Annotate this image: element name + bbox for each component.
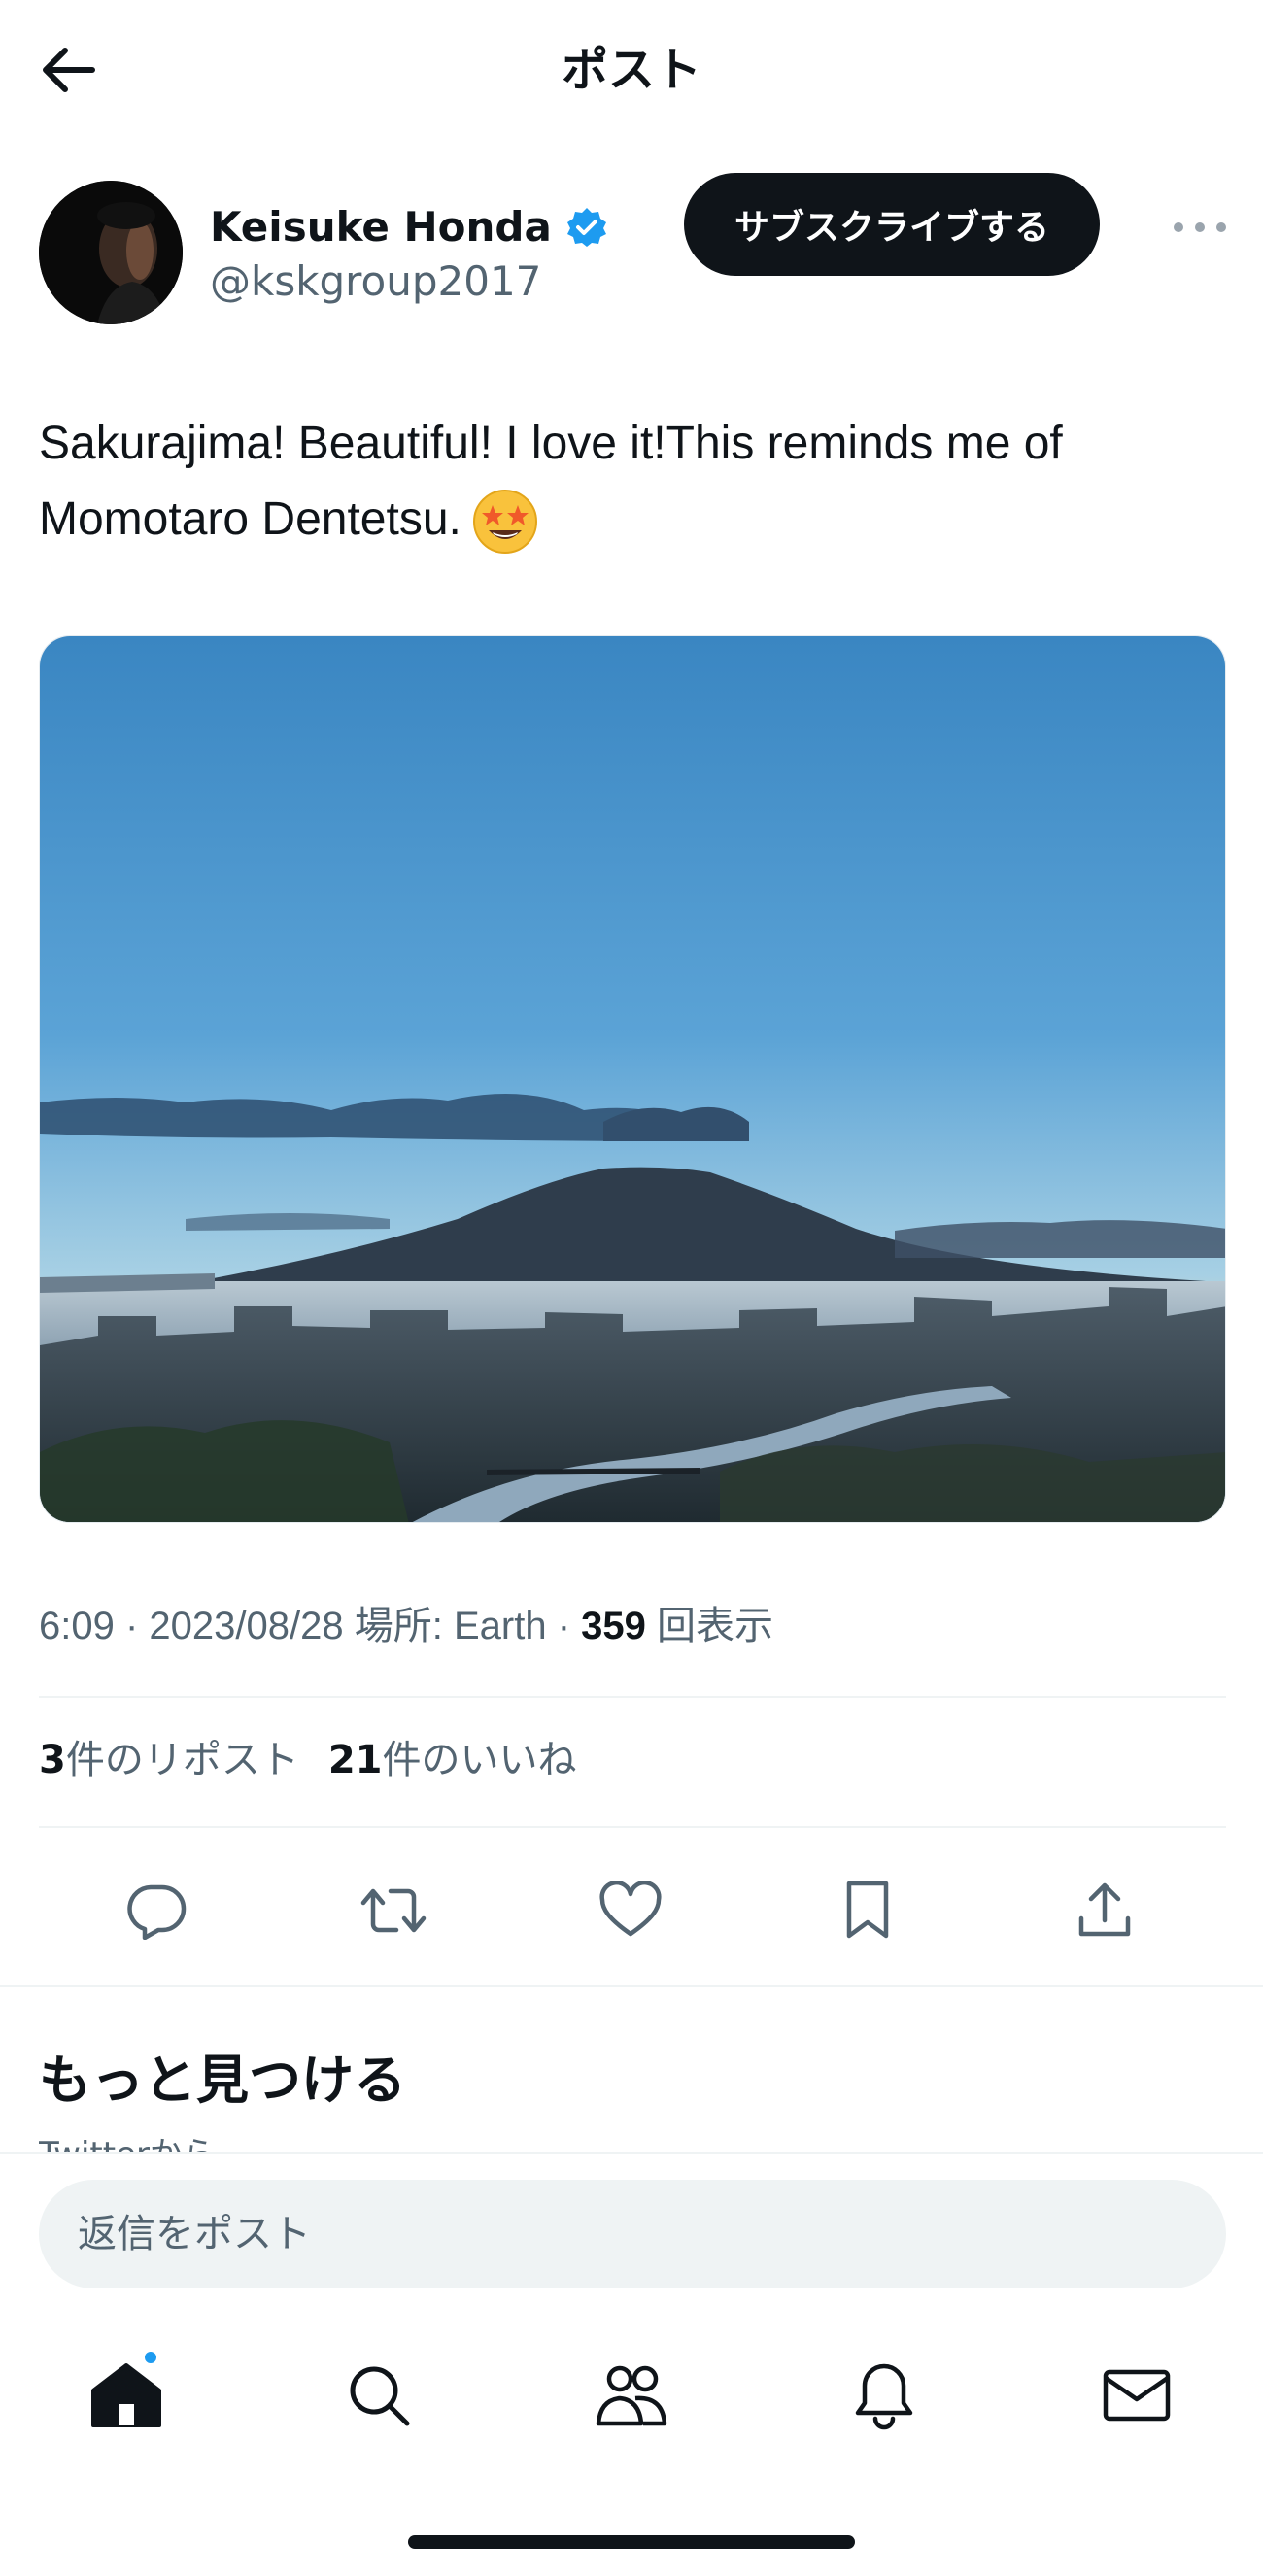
divider: [39, 1826, 1226, 1828]
nav-notifications[interactable]: [826, 2337, 942, 2454]
author-name-row: Keisuke Honda: [210, 198, 608, 256]
reply-button[interactable]: [103, 1857, 210, 1964]
discover-more-title: もっと見つける: [39, 2050, 406, 2111]
tweet-location: 場所: Earth: [354, 1605, 547, 1647]
nav-home[interactable]: [68, 2337, 185, 2454]
top-header: ポスト: [0, 0, 1263, 136]
like-icon: [599, 1881, 662, 1937]
home-indicator[interactable]: [408, 2535, 855, 2549]
reply-bar: [0, 2152, 1263, 2308]
divider: [39, 1696, 1226, 1698]
communities-icon: [596, 2365, 667, 2426]
search-icon: [350, 2366, 410, 2426]
nav-messages[interactable]: [1078, 2337, 1195, 2454]
tweet-time: 6:09: [39, 1605, 115, 1647]
more-dots-icon: [1174, 222, 1226, 232]
reply-icon: [127, 1884, 187, 1940]
tweet-media-image[interactable]: [39, 635, 1226, 1523]
star-struck-emoji-icon: [472, 490, 537, 555]
section-divider: [0, 1985, 1263, 1987]
page-title: ポスト: [561, 43, 701, 97]
repost-icon: [360, 1888, 427, 1933]
engagement-stats: 3件のリポスト 21件のいいね: [39, 1733, 577, 1787]
tweet-meta: 6:09 · 2023/08/28 場所: Earth · 359 回表示: [39, 1599, 773, 1653]
avatar-image: [39, 181, 183, 324]
reply-input[interactable]: [39, 2180, 1226, 2288]
sakurajima-photo: [40, 636, 1225, 1522]
nav-communities[interactable]: [573, 2337, 690, 2454]
author-name[interactable]: Keisuke Honda: [210, 200, 552, 254]
likes-stat[interactable]: 21件のいいね: [328, 1738, 577, 1782]
verified-badge-icon: [566, 208, 606, 247]
home-icon: [91, 2363, 161, 2427]
meta-separator: ·: [114, 1605, 150, 1647]
author-handle[interactable]: @kskgroup2017: [210, 254, 541, 309]
repost-button[interactable]: [340, 1857, 447, 1964]
messages-icon: [1103, 2369, 1171, 2422]
more-button[interactable]: [1166, 200, 1234, 254]
bookmark-button[interactable]: [814, 1857, 921, 1964]
share-button[interactable]: [1051, 1857, 1158, 1964]
reposts-label: 件のリポスト: [65, 1738, 299, 1782]
author-row: Keisuke Honda @kskgroup2017 サブスクライブする: [39, 173, 1234, 326]
meta-separator: ·: [546, 1605, 582, 1647]
bookmark-icon: [846, 1881, 889, 1939]
discover-more-subtitle: Twitterから: [39, 2135, 216, 2154]
tweet-text-content: Sakurajima! Beautiful! I love it!This re…: [39, 418, 1063, 545]
likes-label: 件のいいね: [382, 1738, 577, 1782]
nav-search[interactable]: [321, 2337, 437, 2454]
like-button[interactable]: [577, 1857, 684, 1964]
reposts-stat[interactable]: 3件のリポスト: [39, 1738, 299, 1782]
subscribe-button[interactable]: サブスクライブする: [684, 173, 1100, 276]
bottom-nav: [0, 2308, 1263, 2483]
likes-count: 21: [327, 1738, 383, 1782]
tweet-date: 2023/08/28: [149, 1605, 344, 1647]
reposts-count: 3: [39, 1738, 66, 1782]
home-notification-dot: [142, 2349, 159, 2366]
tweet-text: Sakurajima! Beautiful! I love it!This re…: [39, 406, 1234, 558]
avatar[interactable]: [39, 181, 183, 324]
notifications-icon: [855, 2363, 913, 2430]
views-count: 359: [581, 1605, 646, 1647]
views-label: 回表示: [657, 1605, 773, 1647]
share-icon: [1078, 1882, 1131, 1937]
tweet-actions: [39, 1857, 1226, 1964]
